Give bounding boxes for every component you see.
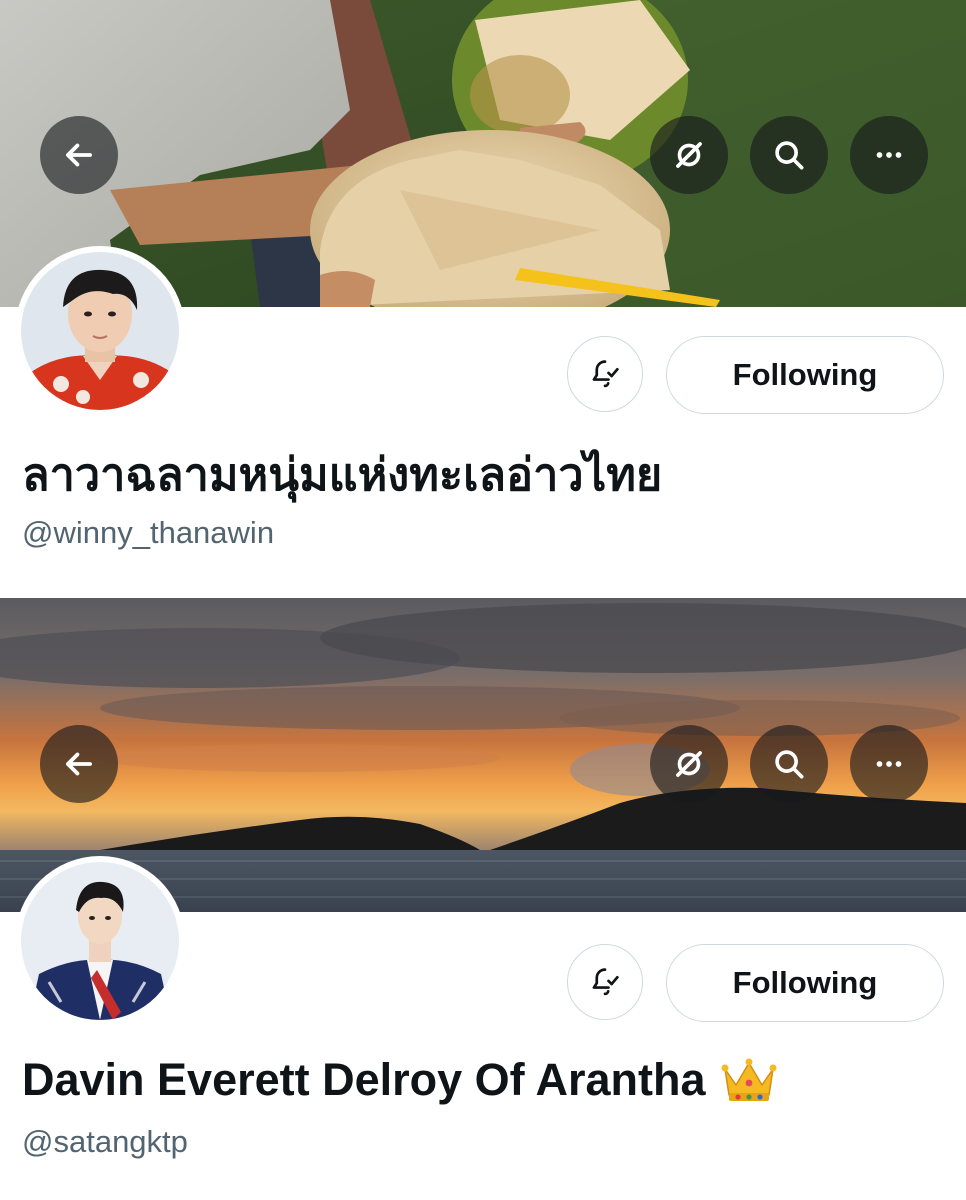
hidden-eye-icon — [676, 142, 702, 168]
display-name: Davin Everett Delroy Of Arantha — [22, 1050, 778, 1110]
profile-header-1: Following ลาวาฉลามหนุ่มแห่งทะเลอ่าวไทย @… — [0, 0, 966, 596]
more-icon — [876, 152, 902, 158]
hidden-toggle-button[interactable] — [650, 725, 728, 803]
search-icon — [775, 141, 804, 170]
avatar-photo — [21, 862, 179, 1020]
crown-emoji-icon — [720, 1055, 778, 1105]
user-handle[interactable]: @winny_thanawin — [22, 515, 274, 551]
more-button[interactable] — [850, 725, 928, 803]
notifications-bell-button[interactable] — [567, 336, 643, 412]
search-button[interactable] — [750, 725, 828, 803]
following-button[interactable]: Following — [666, 944, 944, 1022]
hidden-toggle-button[interactable] — [650, 116, 728, 194]
search-button[interactable] — [750, 116, 828, 194]
back-button[interactable] — [40, 116, 118, 194]
search-icon — [775, 750, 804, 779]
avatar[interactable] — [15, 856, 185, 1026]
bell-check-icon — [592, 360, 619, 388]
bell-check-icon — [592, 968, 619, 996]
avatar[interactable] — [15, 246, 185, 416]
back-arrow-icon — [66, 143, 92, 167]
notifications-bell-button[interactable] — [567, 944, 643, 1020]
display-name-text: ลาวาฉลามหนุ่มแห่งทะเลอ่าวไทย — [22, 449, 663, 500]
user-handle[interactable]: @satangktp — [22, 1124, 188, 1160]
back-button[interactable] — [40, 725, 118, 803]
avatar-photo — [21, 252, 179, 410]
more-button[interactable] — [850, 116, 928, 194]
display-name-text: Davin Everett Delroy Of Arantha — [22, 1054, 706, 1105]
following-button[interactable]: Following — [666, 336, 944, 414]
hidden-eye-icon — [676, 751, 702, 777]
back-arrow-icon — [66, 752, 92, 776]
profile-header-2: Following Davin Everett Delroy Of Aranth… — [0, 596, 966, 1200]
more-icon — [876, 761, 902, 767]
display-name: ลาวาฉลามหนุ่มแห่งทะเลอ่าวไทย — [22, 444, 662, 504]
